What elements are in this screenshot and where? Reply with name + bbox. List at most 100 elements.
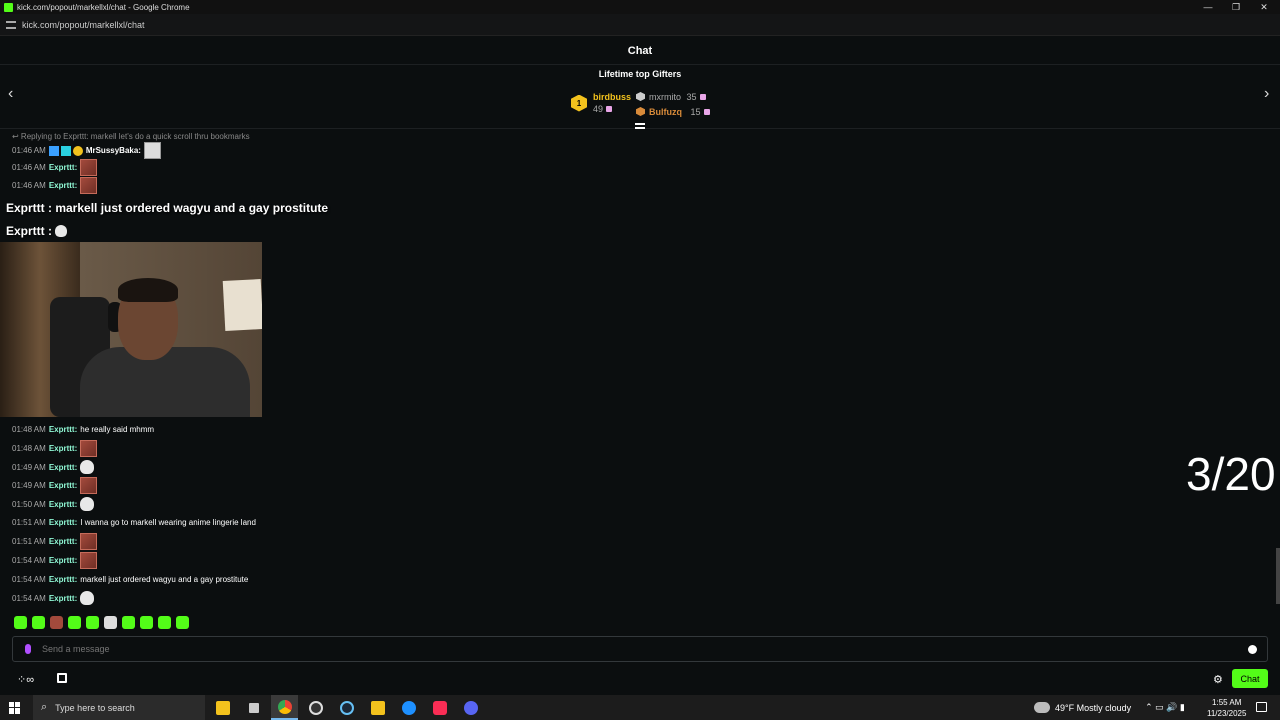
recent-emotes-bar[interactable] xyxy=(14,616,194,629)
message-username[interactable]: Exprttt: xyxy=(49,594,77,603)
gifter-first[interactable]: 1 birdbuss 49 xyxy=(571,91,631,115)
chrome-icon[interactable] xyxy=(271,695,298,720)
gifter-count: 35 xyxy=(686,92,697,102)
reply-context[interactable]: ↩ Replying to Exprttt: markell let's do … xyxy=(12,132,250,141)
file-explorer-icon[interactable] xyxy=(364,695,391,720)
store-icon[interactable] xyxy=(57,673,67,683)
message-username[interactable]: Exprttt: xyxy=(49,181,77,190)
minimize-button[interactable]: — xyxy=(1194,0,1222,14)
url-text[interactable]: kick.com/popout/markellxl/chat xyxy=(22,20,145,30)
message-input-wrap[interactable] xyxy=(12,636,1268,662)
site-info-icon[interactable] xyxy=(6,20,16,29)
clock-date: 11/23/2025 xyxy=(1207,709,1247,718)
taskbar-search[interactable]: ⌕ Type here to search xyxy=(33,695,205,720)
emote-icon[interactable] xyxy=(122,616,135,629)
gifter-name[interactable]: mxrmito xyxy=(649,92,681,102)
chat-message[interactable]: 01:50 AM Exprttt: xyxy=(12,497,95,511)
message-username[interactable]: MrSussyBaka: xyxy=(86,146,141,155)
ghost-emote-icon xyxy=(80,591,95,605)
gear-icon[interactable]: ⚙ xyxy=(1213,673,1223,686)
emote-icon[interactable] xyxy=(14,616,27,629)
message-username[interactable]: Exprttt: xyxy=(49,444,77,453)
steam-icon[interactable] xyxy=(333,695,360,720)
gifter-count: 49 xyxy=(593,104,604,114)
message-username[interactable]: Exprttt: xyxy=(49,518,77,527)
gift-icon xyxy=(703,109,710,115)
gifter-others: mxrmito 35 Bulfuzq 15 xyxy=(636,90,710,120)
message-username[interactable]: Exprttt: xyxy=(49,481,77,490)
chat-message[interactable]: 01:54 AM Exprttt: xyxy=(12,552,98,569)
address-bar[interactable]: kick.com/popout/markellxl/chat xyxy=(0,14,1280,36)
message-time: 01:46 AM xyxy=(12,146,46,155)
badge-icon xyxy=(48,145,59,156)
message-username[interactable]: Exprttt: xyxy=(49,500,77,509)
message-time: 01:51 AM xyxy=(12,537,46,546)
app-icon[interactable] xyxy=(395,695,422,720)
emote-icon[interactable] xyxy=(158,616,171,629)
chat-message[interactable]: 01:51 AM Exprttt: I wanna go to markell … xyxy=(12,518,256,527)
users-icon[interactable]: ⁘∞ xyxy=(17,673,34,686)
gifter-third[interactable]: Bulfuzq 15 xyxy=(636,105,710,120)
gifter-second[interactable]: mxrmito 35 xyxy=(636,90,710,105)
emote-icon xyxy=(80,177,98,194)
message-username[interactable]: Exprttt: xyxy=(49,575,77,584)
emote-icon[interactable] xyxy=(140,616,153,629)
search-icon: ⌕ xyxy=(41,701,48,713)
gifter-name[interactable]: Bulfuzq xyxy=(649,107,682,117)
emote-icon xyxy=(80,159,98,176)
chat-message[interactable]: 01:49 AM Exprttt: xyxy=(12,460,95,474)
message-input[interactable] xyxy=(42,644,1222,654)
chat-message[interactable]: 01:51 AM Exprttt: xyxy=(12,533,98,550)
prev-arrow-icon[interactable]: ‹ xyxy=(8,85,13,103)
task-view-icon[interactable] xyxy=(240,695,267,720)
emote-icon[interactable] xyxy=(176,616,189,629)
emote-icon[interactable] xyxy=(32,616,45,629)
message-username[interactable]: Exprttt: xyxy=(49,463,77,472)
taskbar-clock[interactable]: 1:55 AM 11/23/2025 xyxy=(1207,697,1246,719)
weather-text[interactable]: 49°F Mostly cloudy xyxy=(1055,703,1131,713)
close-button[interactable]: ✕ xyxy=(1250,0,1278,14)
chat-message[interactable]: 01:49 AM Exprttt: xyxy=(12,477,98,494)
chat-message[interactable]: 01:46 AM Exprttt: xyxy=(12,159,98,176)
kick-favicon-icon xyxy=(4,2,13,12)
obs-icon[interactable] xyxy=(302,695,329,720)
window-title: kick.com/popout/markellxl/chat - Google … xyxy=(17,2,190,12)
expand-chevron-icon[interactable] xyxy=(635,123,645,129)
send-chat-button[interactable]: Chat xyxy=(1232,669,1268,688)
search-placeholder[interactable]: Type here to search xyxy=(55,703,135,713)
emoji-picker-icon[interactable] xyxy=(1248,645,1257,654)
message-time: 01:54 AM xyxy=(12,575,46,584)
maximize-button[interactable]: ❐ xyxy=(1222,0,1250,14)
gifter-name[interactable]: birdbuss xyxy=(593,91,631,103)
chat-message[interactable]: 01:46 AM MrSussyBaka: xyxy=(12,142,161,159)
emote-icon xyxy=(143,142,161,159)
discord-icon[interactable] xyxy=(457,695,484,720)
emote-icon[interactable] xyxy=(86,616,99,629)
windows-start-icon[interactable] xyxy=(9,701,21,714)
copilot-icon[interactable] xyxy=(209,695,236,720)
chat-header: Chat xyxy=(0,37,1280,65)
tray-icons[interactable]: ⌃ ▭ 🔊 ▮ xyxy=(1145,702,1185,713)
next-arrow-icon[interactable]: › xyxy=(1264,85,1269,103)
emote-icon[interactable] xyxy=(68,616,81,629)
webcam-overlay xyxy=(0,242,262,417)
music-icon[interactable] xyxy=(426,695,453,720)
chat-message[interactable]: 01:48 AM Exprttt: he really said mhmm xyxy=(12,425,154,434)
emote-icon[interactable] xyxy=(50,616,63,629)
chat-message[interactable]: 01:54 AM Exprttt: xyxy=(12,591,95,605)
chat-footer: ⁘∞ ⚙ Chat xyxy=(0,668,1280,690)
chat-message[interactable]: 01:46 AM Exprttt: xyxy=(12,177,98,194)
ghost-emote-icon xyxy=(55,225,68,237)
chat-message[interactable]: 01:48 AM Exprttt: xyxy=(12,440,98,457)
message-username[interactable]: Exprttt: xyxy=(49,537,77,546)
message-text: markell just ordered wagyu and a gay pro… xyxy=(80,575,249,584)
message-username[interactable]: Exprttt: xyxy=(49,163,77,172)
message-username[interactable]: Exprttt: xyxy=(49,556,77,565)
chat-scrollbar[interactable] xyxy=(1276,548,1280,604)
mic-icon[interactable] xyxy=(25,644,31,654)
chat-message[interactable]: 01:54 AM Exprttt: markell just ordered w… xyxy=(12,575,248,584)
message-username[interactable]: Exprttt: xyxy=(49,425,77,434)
overlay-counter: 3/20 xyxy=(1186,448,1276,500)
notification-icon[interactable] xyxy=(1256,702,1267,712)
emote-icon[interactable] xyxy=(104,616,117,629)
